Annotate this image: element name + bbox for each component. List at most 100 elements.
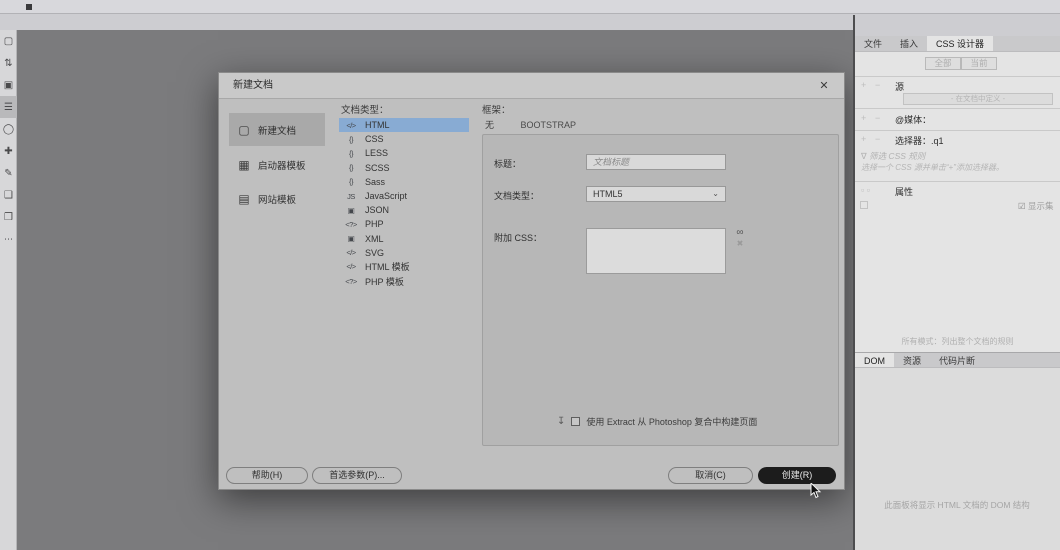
dialog-title: 新建文档 [233, 80, 273, 91]
selectors-section: + − 选择器：.q1 [855, 134, 1060, 148]
doctype-select[interactable]: HTML5 ⌄ [586, 186, 726, 202]
remove-source-icon[interactable]: − [875, 80, 880, 90]
comment-off-icon[interactable]: ❒ [0, 206, 17, 228]
extract-label: 使用 Extract 从 Photoshop 复合中构建页面 [586, 415, 757, 428]
sidebar-item-label: 网站模板 [258, 192, 296, 206]
tab-css-designer[interactable]: CSS 设计器 [927, 36, 993, 51]
tab-framework-bootstrap[interactable]: BOOTSTRAP [521, 120, 577, 133]
add-selector-icon[interactable]: + [861, 134, 866, 144]
mouse-cursor [810, 483, 822, 502]
tab-dom[interactable]: DOM [855, 353, 894, 367]
code-icon: </> [343, 121, 359, 130]
all-button[interactable]: 全部 [925, 57, 961, 70]
doc-type-json[interactable]: ▣JSON [339, 203, 469, 217]
add-media-icon[interactable]: + [861, 113, 866, 123]
doc-type-scss[interactable]: {}SCSS [339, 161, 469, 175]
sidebar-item-new-document[interactable]: ▢ 新建文档 [229, 113, 325, 146]
braces-icon: {} [343, 177, 359, 186]
sources-list-item[interactable]: - 在文档中定义 - [903, 93, 1053, 105]
doc-type-less[interactable]: {}LESS [339, 146, 469, 160]
app-menu-icon [26, 4, 32, 10]
add-source-icon[interactable]: + [861, 80, 866, 90]
panel-tab-bar: 文件 插入 CSS 设计器 [855, 36, 1060, 52]
tab-snippets[interactable]: 代码片断 [930, 353, 984, 367]
new-document-icon: ▢ [237, 123, 251, 137]
right-panel: 文件 插入 CSS 设计器 全部 当前 + − 源 - 在文档中定义 - + −… [855, 36, 1060, 550]
braces-icon: {} [343, 163, 359, 172]
attach-css-label: 附加 CSS： [494, 231, 542, 244]
attach-css-list[interactable] [586, 228, 726, 274]
doc-type-sass[interactable]: {}Sass [339, 175, 469, 189]
new-document-dialog: 新建文档 ✕ ▢ 新建文档 ▦ 启动器模板 ▤ 网站模板 文档类型： </>HT… [218, 72, 845, 490]
dialog-sidebar: ▢ 新建文档 ▦ 启动器模板 ▤ 网站模板 [229, 113, 325, 218]
doc-type-html-template[interactable]: </>HTML 模板 [339, 260, 469, 274]
extract-checkbox[interactable] [571, 417, 580, 426]
more-icon[interactable]: ⋯ [0, 228, 17, 250]
left-toolbar: ▢ ⇅ ▣ ☰ ◯ ✚ ✎ ❑ ❒ ⋯ [0, 30, 17, 550]
sidebar-item-label: 新建文档 [258, 123, 296, 137]
remove-media-icon[interactable]: − [875, 113, 880, 123]
media-section: + − @媒体： [855, 113, 1060, 127]
oval-shape-icon[interactable]: ◯ [0, 118, 17, 140]
doc-type-html[interactable]: </>HTML [339, 118, 469, 132]
extract-icon: ↧ [557, 416, 565, 427]
current-button[interactable]: 当前 [961, 57, 997, 70]
sidebar-item-site-templates[interactable]: ▤ 网站模板 [229, 184, 325, 214]
properties-header: 属性 [895, 185, 913, 198]
show-set-label: 显示集 [1028, 201, 1054, 211]
show-set-toggle[interactable]: ☑ 显示集 [1018, 200, 1054, 212]
file-transfer-icon[interactable]: ⇅ [0, 52, 17, 74]
tab-assets[interactable]: 资源 [894, 353, 930, 367]
doc-type-php[interactable]: <?>PHP [339, 217, 469, 231]
pen-icon[interactable]: ✎ [0, 162, 17, 184]
remove-selector-icon[interactable]: − [875, 134, 880, 144]
filter-funnel-icon: ∇ [861, 151, 867, 161]
doc-type-javascript[interactable]: JSJavaScript [339, 189, 469, 203]
doc-type-css[interactable]: {}CSS [339, 132, 469, 146]
tab-files[interactable]: 文件 [855, 36, 891, 51]
help-button[interactable]: 帮助(H) [226, 467, 308, 484]
document-type-list: </>HTML {}CSS {}LESS {}SCSS {}Sass JSJav… [339, 118, 469, 288]
doc-type-xml[interactable]: ▣XML [339, 232, 469, 246]
doc-type-svg[interactable]: </>SVG [339, 246, 469, 260]
tab-insert[interactable]: 插入 [891, 36, 927, 51]
title-input[interactable] [586, 154, 726, 170]
xml-icon: ▣ [343, 234, 359, 243]
selector-filter[interactable]: ∇ 筛选 CSS 规则 [861, 150, 925, 162]
format-menu-icon[interactable]: ☰ [0, 96, 17, 118]
doc-type-php-template[interactable]: <?>PHP 模板 [339, 274, 469, 288]
app-top-bar [0, 0, 1060, 14]
bottom-panel-tab-bar: DOM 资源 代码片断 [855, 352, 1060, 368]
dom-panel-body: 此面板将显示 HTML 文档的 DOM 结构 [855, 368, 1060, 550]
live-view-icon[interactable]: ▣ [0, 74, 17, 96]
sidebar-item-label: 启动器模板 [258, 158, 306, 172]
remove-css-icon[interactable]: ✖ [733, 238, 747, 249]
chevron-down-icon: ⌄ [712, 187, 719, 201]
javascript-icon: JS [343, 192, 359, 201]
starter-templates-icon: ▦ [237, 158, 251, 172]
braces-icon: {} [343, 135, 359, 144]
property-checkbox[interactable] [860, 201, 868, 209]
all-mode-hint: 所有模式：列出整个文档的规则 [855, 336, 1060, 347]
comment-icon[interactable]: ❑ [0, 184, 17, 206]
create-button[interactable]: 创建(R) [758, 467, 836, 484]
position-icon[interactable]: ✚ [0, 140, 17, 162]
doctype-label: 文档类型： [494, 189, 539, 202]
attach-link-icon[interactable]: ∞ [733, 227, 747, 238]
cancel-button[interactable]: 取消(C) [668, 467, 753, 484]
file-icon[interactable]: ▢ [0, 30, 17, 52]
property-layout-icons: ▫ ▫ [861, 185, 870, 195]
code-icon: </> [343, 248, 359, 257]
checked-checkbox-icon: ☑ [1018, 201, 1026, 211]
properties-section: ▫ ▫ 属性 [855, 185, 1060, 199]
braces-icon: {} [343, 149, 359, 158]
preferences-button[interactable]: 首选参数(P)... [312, 467, 402, 484]
sources-header: 源 [895, 80, 904, 93]
framework-label: 框架： [482, 102, 511, 116]
close-icon[interactable]: ✕ [814, 73, 834, 99]
sidebar-item-starter-templates[interactable]: ▦ 启动器模板 [229, 150, 325, 180]
dom-hint: 此面板将显示 HTML 文档的 DOM 结构 [882, 500, 1032, 511]
dialog-title-bar[interactable]: 新建文档 ✕ [219, 73, 844, 99]
php-icon: <?> [343, 220, 359, 229]
title-label: 标题： [494, 157, 521, 170]
